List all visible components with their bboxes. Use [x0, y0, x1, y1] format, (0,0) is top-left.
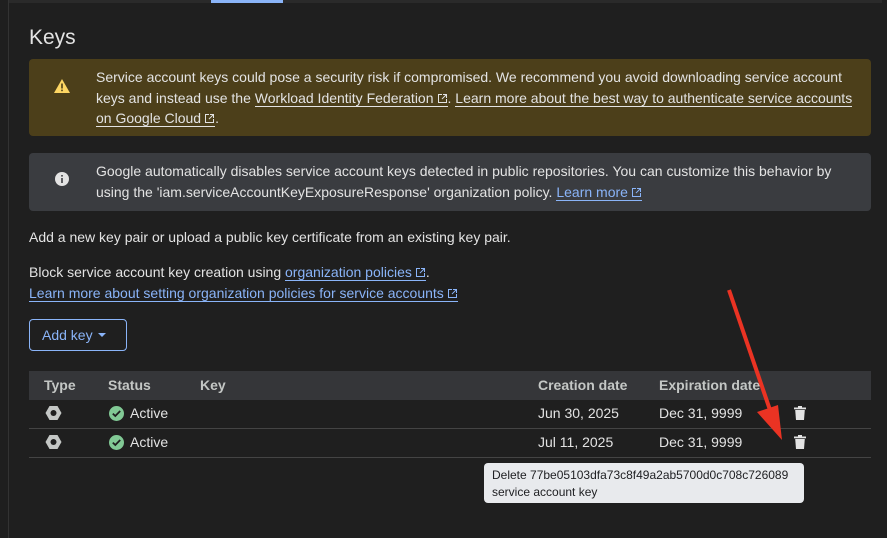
left-panel-edge: [0, 0, 9, 538]
check-circle-icon: [109, 405, 124, 421]
info-icon: [54, 171, 70, 193]
section-title: Keys: [29, 26, 76, 49]
header-key: Key: [200, 377, 226, 393]
organization-policies-link[interactable]: organization policies: [285, 264, 426, 281]
key-type-icon: [45, 405, 62, 424]
intro-text: Add a new key pair or upload a public ke…: [29, 229, 511, 245]
learn-more-link[interactable]: Learn more: [556, 183, 642, 201]
add-key-label: Add key: [42, 327, 93, 343]
status-active: Active: [109, 434, 168, 450]
check-circle-icon: [109, 434, 124, 450]
trash-icon[interactable]: [794, 435, 806, 452]
block-creation-text: Block service account key creation using…: [29, 264, 430, 281]
info-text: Google automatically disables service ac…: [96, 163, 832, 200]
header-type: Type: [44, 377, 76, 393]
external-link-icon: [415, 268, 425, 277]
header-status: Status: [108, 377, 151, 393]
learn-more-org-policies-link[interactable]: Learn more about setting organization po…: [29, 285, 458, 302]
key-exposure-info-banner: Google automatically disables service ac…: [29, 153, 871, 211]
header-expiration-date: Expiration date: [659, 377, 761, 393]
external-link-icon: [205, 114, 215, 123]
table-row: Active Jul 11, 2025 Dec 31, 9999: [29, 428, 871, 458]
org-policy-learn-more: Learn more about setting organization po…: [29, 283, 458, 304]
table-row: Active Jun 30, 2025 Dec 31, 9999: [29, 399, 871, 429]
security-warning-banner: Service account keys could pose a securi…: [29, 59, 871, 136]
delete-key-tooltip: Delete 77be05103dfa73c8f49a2ab5700d0c708…: [484, 463, 804, 503]
key-type-icon: [45, 434, 62, 453]
dropdown-caret-icon: [97, 333, 106, 337]
trash-icon[interactable]: [794, 406, 806, 423]
warning-icon: [54, 78, 70, 99]
warning-text-3: .: [215, 110, 219, 126]
workload-identity-federation-link[interactable]: Workload Identity Federation: [254, 89, 448, 107]
external-link-icon: [437, 93, 447, 103]
header-creation-date: Creation date: [538, 377, 628, 393]
top-tab-bar: [0, 0, 887, 3]
right-panel-edge: [882, 0, 887, 538]
external-link-icon: [631, 187, 641, 197]
expiration-date-cell: Dec 31, 9999: [659, 434, 743, 450]
external-link-icon: [447, 289, 457, 298]
status-active: Active: [109, 405, 168, 421]
creation-date-cell: Jun 30, 2025: [538, 405, 619, 421]
add-key-button[interactable]: Add key: [29, 319, 127, 351]
expiration-date-cell: Dec 31, 9999: [659, 405, 743, 421]
creation-date-cell: Jul 11, 2025: [538, 434, 614, 450]
keys-table-header: Type Status Key Creation date Expiration…: [29, 371, 871, 400]
active-tab-indicator: [211, 0, 283, 3]
